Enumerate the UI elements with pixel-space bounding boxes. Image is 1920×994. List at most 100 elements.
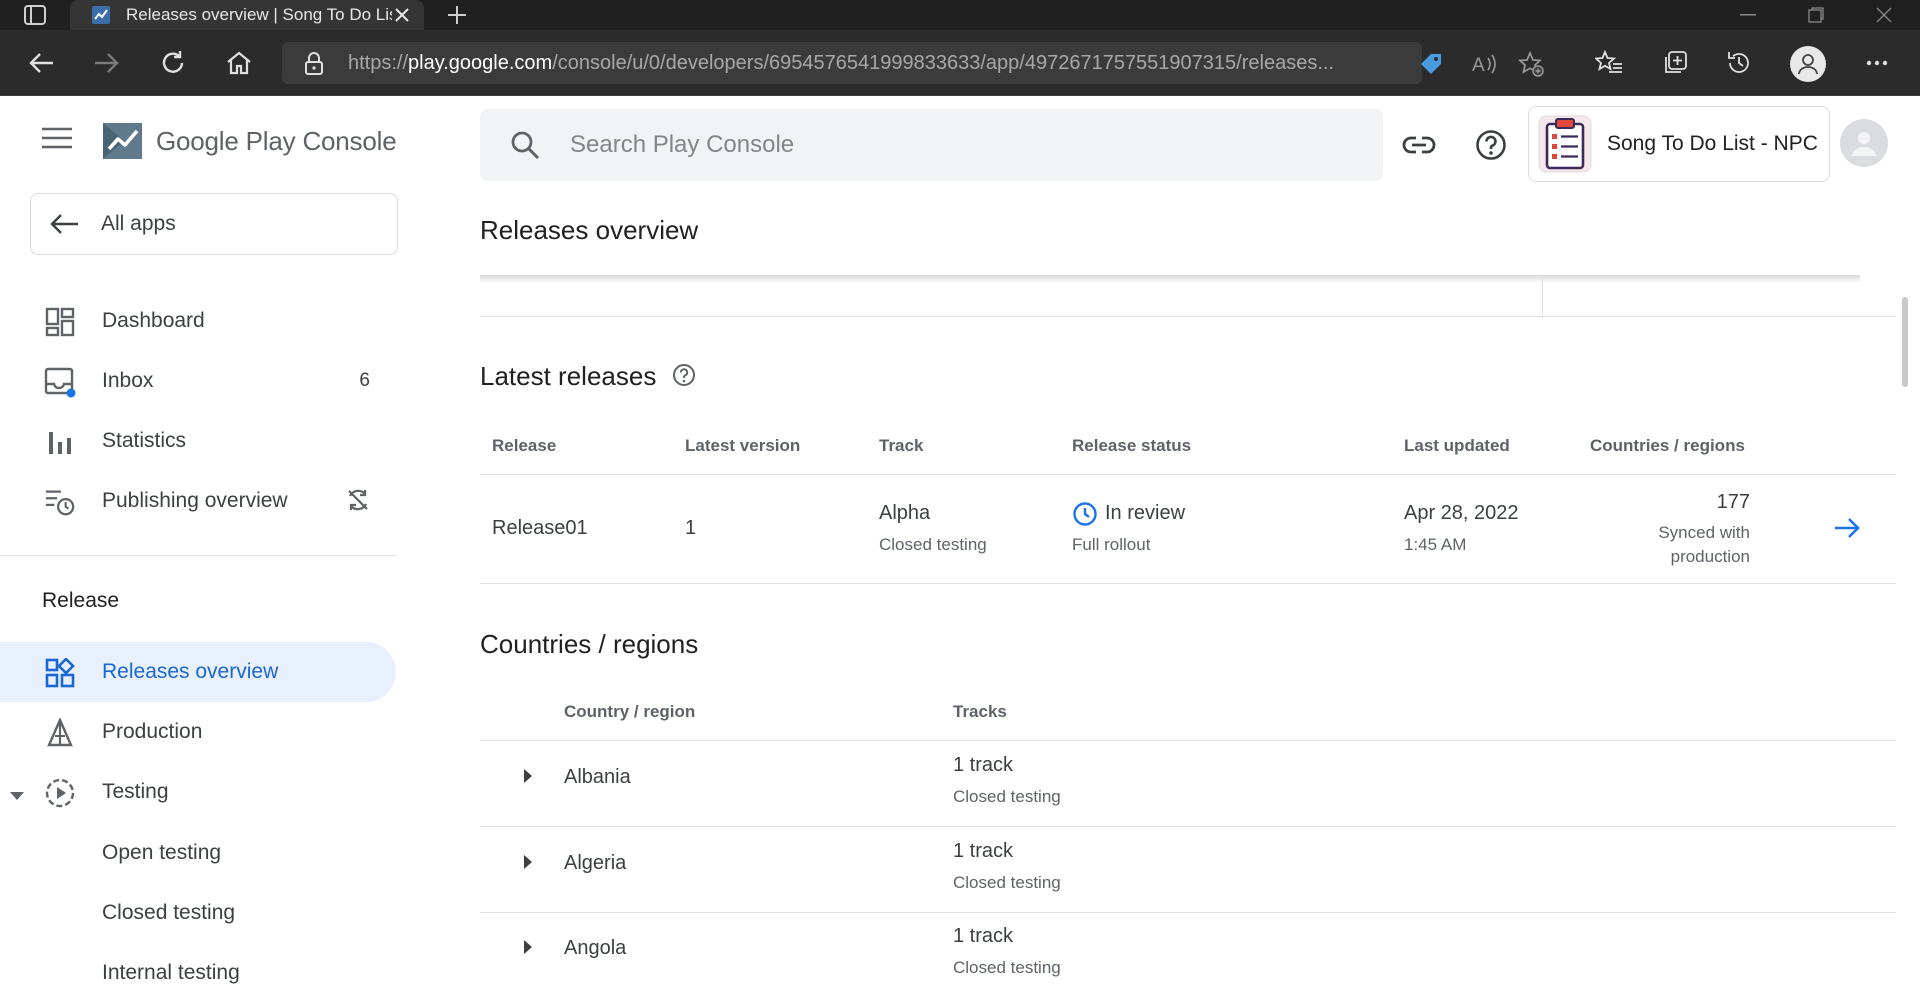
sidebar-item-label: Production — [102, 720, 203, 743]
lock-icon[interactable] — [304, 52, 324, 76]
country-tracks: 1 track — [953, 754, 1014, 776]
all-apps-button[interactable]: All apps — [30, 193, 398, 255]
collapse-caret-icon[interactable] — [10, 787, 24, 805]
release-status: In review — [1105, 502, 1186, 524]
sidebar-item-releases-overview[interactable]: Releases overview — [0, 642, 396, 702]
sidebar-item-internal-testing[interactable]: Internal testing — [102, 961, 240, 985]
help-icon[interactable] — [1471, 125, 1511, 165]
table-header-divider — [480, 474, 1896, 475]
browser-tab-bar: Releases overview | Song To Do List — [0, 0, 1920, 30]
url-text: https://play.google.com/console/u/0/deve… — [348, 52, 1334, 74]
sidebar-item-dashboard[interactable]: Dashboard — [0, 291, 396, 351]
logo-text: Google Play Console — [156, 125, 397, 156]
releases-overview-icon — [44, 657, 76, 689]
restore-icon[interactable] — [1782, 0, 1850, 30]
column-header-release-status: Release status — [1072, 436, 1192, 455]
release-track: Alpha — [879, 502, 931, 524]
app-name: Song To Do List - NPC — [1607, 132, 1818, 155]
expand-row-icon[interactable] — [520, 939, 536, 955]
managed-publishing-off-icon — [346, 488, 370, 518]
sidebar-item-publishing-overview[interactable]: Publishing overview — [0, 471, 396, 531]
last-updated-time: 1:45 AM — [1404, 535, 1467, 554]
history-icon[interactable] — [1720, 44, 1758, 82]
play-console-logo[interactable]: Google Play Console — [100, 119, 397, 163]
table-row-divider — [480, 826, 1896, 827]
clipboard-app-icon — [1538, 115, 1592, 173]
sidebar-item-closed-testing[interactable]: Closed testing — [102, 901, 235, 925]
sidebar-item-production[interactable]: Production — [0, 702, 396, 762]
countries-sync-line1: Synced with — [1658, 523, 1750, 542]
page-scrollbar[interactable] — [1902, 297, 1908, 387]
favorites-icon[interactable] — [1590, 44, 1628, 82]
help-circle-icon[interactable] — [672, 363, 696, 387]
release-version: 1 — [685, 517, 697, 539]
page-title: Releases overview — [480, 215, 699, 245]
dashboard-icon — [44, 306, 76, 338]
settings-more-icon[interactable] — [1858, 44, 1896, 82]
back-icon[interactable] — [22, 44, 60, 82]
sidebar-item-testing[interactable]: Testing — [0, 762, 396, 822]
close-tab-icon[interactable] — [392, 5, 412, 25]
countries-count: 177 — [1716, 491, 1750, 513]
svg-text:A: A — [1472, 55, 1485, 75]
search-icon — [511, 131, 540, 160]
country-name: Angola — [564, 937, 627, 959]
table-header-divider — [480, 740, 1896, 741]
menu-icon[interactable] — [42, 127, 76, 157]
sidebar-item-statistics[interactable]: Statistics — [0, 411, 396, 471]
back-arrow-icon — [50, 214, 78, 234]
release-rollout: Full rollout — [1072, 535, 1151, 554]
collections-icon[interactable] — [1656, 44, 1694, 82]
country-name: Algeria — [564, 852, 627, 874]
bar-chart-icon — [44, 426, 76, 458]
refresh-icon[interactable] — [154, 44, 192, 82]
sidebar-item-label: Releases overview — [102, 660, 279, 683]
column-header-latest-version: Latest version — [685, 436, 801, 455]
sidebar-divider — [0, 555, 396, 556]
inbox-icon — [44, 366, 76, 398]
search-input[interactable] — [570, 131, 1350, 159]
column-divider — [1542, 277, 1543, 315]
table-row-divider — [480, 583, 1896, 584]
country-tracks: 1 track — [953, 925, 1014, 947]
profile-avatar-icon[interactable] — [1790, 46, 1826, 82]
read-aloud-icon[interactable]: A — [1472, 51, 1498, 77]
account-avatar-icon[interactable] — [1840, 119, 1888, 167]
browser-tab[interactable]: Releases overview | Song To Do List — [70, 0, 424, 30]
sidebar-item-label: Inbox — [102, 369, 154, 392]
expand-row-icon[interactable] — [520, 854, 536, 870]
new-tab-icon[interactable] — [444, 3, 470, 27]
last-updated-date: Apr 28, 2022 — [1404, 502, 1519, 524]
search-bar[interactable] — [480, 109, 1383, 181]
latest-releases-title-text: Latest releases — [480, 361, 657, 391]
arrow-forward-icon[interactable] — [1834, 517, 1862, 539]
column-header-track: Track — [879, 436, 924, 455]
add-favorite-icon[interactable] — [1518, 51, 1544, 77]
play-console-app: Google Play Console All apps Dashboard I… — [0, 97, 1920, 994]
column-header-last-updated: Last updated — [1404, 436, 1510, 455]
browser-toolbar: https://play.google.com/console/u/0/deve… — [0, 30, 1920, 96]
sidebar-item-inbox[interactable]: Inbox 6 — [0, 351, 396, 411]
link-icon[interactable] — [1399, 125, 1439, 165]
app-selector[interactable]: Song To Do List - NPC — [1528, 106, 1830, 182]
forward-icon[interactable] — [88, 44, 126, 82]
home-icon[interactable] — [220, 44, 258, 82]
play-console-logo-icon — [103, 123, 142, 159]
expand-row-icon[interactable] — [520, 768, 536, 784]
tab-actions-icon[interactable] — [18, 3, 52, 27]
play-console-favicon — [92, 6, 110, 24]
inbox-count-badge: 6 — [359, 370, 370, 391]
testing-icon — [44, 777, 76, 809]
production-icon — [44, 717, 76, 749]
column-header-country-region: Country / region — [564, 702, 696, 721]
sidebar-item-label: Dashboard — [102, 309, 205, 332]
shopping-tag-icon[interactable] — [1418, 51, 1444, 77]
minimize-icon[interactable] — [1714, 0, 1782, 30]
sidebar-item-open-testing[interactable]: Open testing — [102, 841, 221, 865]
country-name: Albania — [564, 766, 631, 788]
clock-icon — [1073, 502, 1097, 526]
sidebar-item-label: Publishing overview — [102, 489, 288, 512]
address-bar[interactable]: https://play.google.com/console/u/0/deve… — [282, 42, 1544, 84]
sidebar: Google Play Console All apps Dashboard I… — [0, 97, 400, 994]
close-window-icon[interactable] — [1850, 0, 1918, 30]
